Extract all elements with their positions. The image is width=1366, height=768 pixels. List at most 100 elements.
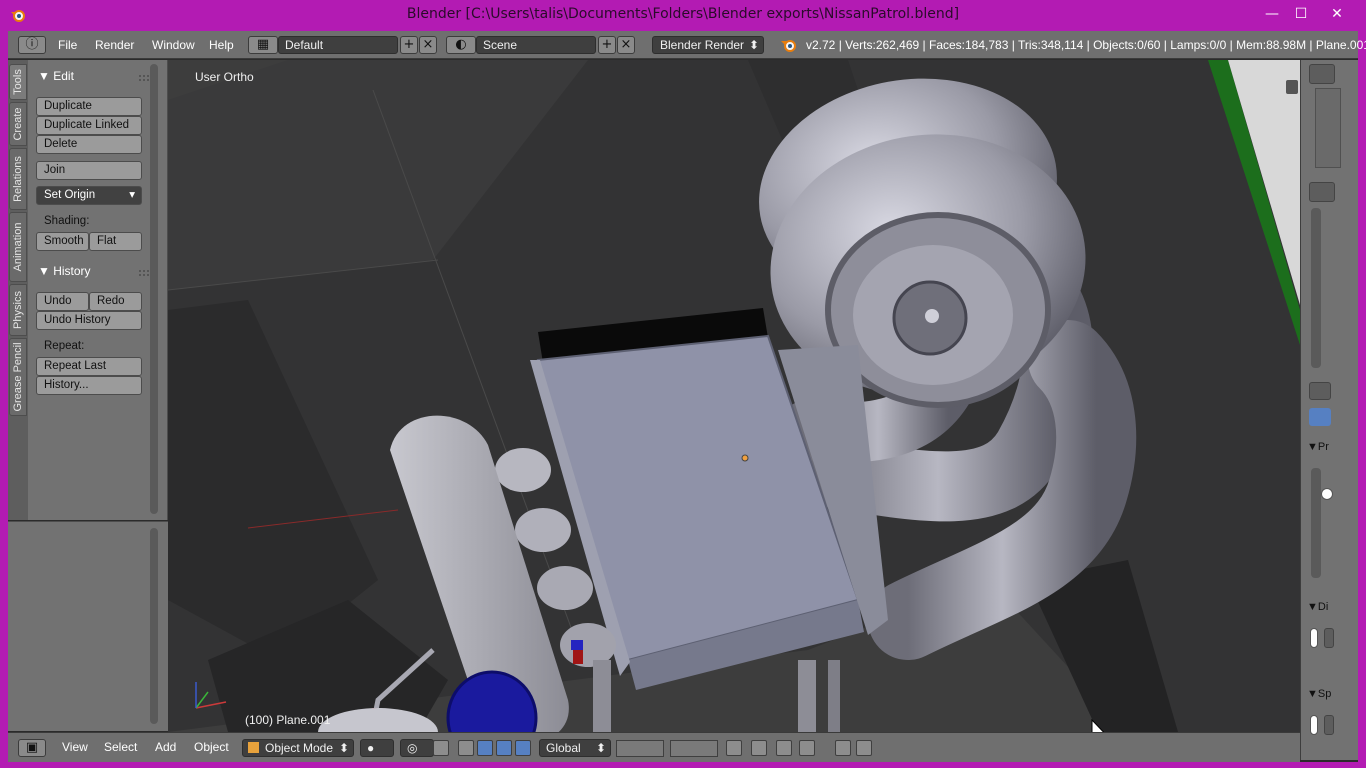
property-toggle[interactable] [1310, 715, 1318, 735]
set-origin-select[interactable]: Set Origin ▾ [36, 186, 142, 205]
orientation-value: Global [546, 741, 581, 755]
menu-file[interactable]: File [58, 38, 77, 52]
undo-button[interactable]: Undo [36, 292, 89, 311]
tab-animation[interactable]: Animation [9, 212, 27, 282]
set-origin-label: Set Origin [44, 189, 96, 201]
lock-layers-icon[interactable] [726, 740, 742, 756]
manipulator-scale-icon[interactable] [496, 740, 512, 756]
snap-element-icon[interactable] [799, 740, 815, 756]
manipulator-extra-icon[interactable] [515, 740, 531, 756]
dropdown-arrows-icon: ⬍ [595, 741, 606, 755]
tab-grease-pencil[interactable]: Grease Pencil [9, 338, 27, 416]
minimize-button[interactable]: — [1258, 4, 1286, 24]
tool-shelf: ▼ Edit Duplicate Duplicate Linked Delete… [28, 60, 168, 520]
render-animation-icon[interactable] [856, 740, 872, 756]
menu-object[interactable]: Object [194, 740, 229, 754]
screen-layout-icon[interactable]: ▦ [248, 36, 278, 54]
scene-field[interactable]: Scene [476, 36, 596, 54]
history-panel-header[interactable]: ▼ History [38, 264, 91, 278]
menu-select[interactable]: Select [104, 740, 137, 754]
undo-history-button[interactable]: Undo History [36, 311, 142, 330]
render-camera-icon[interactable] [835, 740, 851, 756]
redo-button[interactable]: Redo [89, 292, 142, 311]
manipulator-translate-icon[interactable] [458, 740, 474, 756]
manipulator-rotate-icon[interactable] [477, 740, 493, 756]
viewport-shading-select[interactable]: ● [360, 739, 394, 757]
transform-orientation-select[interactable]: Global ⬍ [539, 739, 611, 757]
section-header-di[interactable]: ▼Di [1307, 601, 1328, 613]
layers-grid-1[interactable] [616, 740, 664, 757]
manipulator-toggle-icon[interactable] [433, 740, 449, 756]
property-stepper[interactable] [1324, 715, 1334, 735]
menu-render[interactable]: Render [95, 38, 134, 52]
repeat-last-button[interactable]: Repeat Last [36, 357, 142, 376]
editor-type-info-icon[interactable]: ⓘ [18, 36, 46, 54]
pivot-point-select[interactable]: ◎ [400, 739, 434, 757]
menu-help[interactable]: Help [209, 38, 234, 52]
snap-tool-icon[interactable] [1309, 382, 1331, 400]
menu-window[interactable]: Window [152, 38, 195, 52]
menu-view[interactable]: View [62, 740, 88, 754]
outliner-preview [1315, 88, 1341, 168]
remove-scene-button[interactable]: × [617, 36, 635, 54]
delete-button[interactable]: Delete [36, 135, 142, 154]
join-button[interactable]: Join [36, 161, 142, 180]
dropdown-arrows-icon: ⬍ [338, 741, 349, 755]
viewport-corner-plus-icon[interactable] [1286, 80, 1298, 94]
scene-icon[interactable]: ◐ [446, 36, 476, 54]
duplicate-linked-button[interactable]: Duplicate Linked [36, 116, 142, 135]
origin-marker [741, 454, 749, 462]
menu-add[interactable]: Add [155, 740, 176, 754]
tab-tools[interactable]: Tools [9, 64, 27, 100]
tab-relations[interactable]: Relations [9, 148, 27, 210]
duplicate-button[interactable]: Duplicate [36, 97, 142, 116]
property-stepper[interactable] [1324, 628, 1334, 648]
layers-grid-2[interactable] [670, 740, 718, 757]
editor-type-3dview-icon[interactable]: ▣ [18, 739, 46, 757]
view-name-label: User Ortho [195, 70, 254, 84]
history-button[interactable]: History... [36, 376, 142, 395]
support-post [593, 660, 611, 732]
object-mode-icon [248, 742, 259, 753]
intake-runner [515, 508, 571, 552]
outliner-type-icon[interactable] [1309, 64, 1335, 84]
tab-physics[interactable]: Physics [9, 284, 27, 336]
scene-statistics: v2.72 | Verts:262,469 | Faces:184,783 | … [806, 38, 1366, 52]
viewport-scene [168, 60, 1300, 732]
edit-panel-header[interactable]: ▼ Edit [38, 69, 74, 83]
add-scene-button[interactable]: + [598, 36, 616, 54]
tab-create[interactable]: Create [9, 102, 27, 146]
section-header-pr[interactable]: ▼Pr [1307, 441, 1329, 453]
support-post [828, 660, 840, 732]
properties-slider-track[interactable] [1311, 468, 1321, 578]
properties-scrollbar[interactable] [1311, 208, 1321, 368]
mode-value: Object Mode [265, 741, 334, 755]
close-button[interactable]: ✕ [1323, 4, 1351, 24]
slider-knob[interactable] [1321, 488, 1333, 500]
fitting-blue [571, 640, 583, 650]
tool-shelf-scrollbar[interactable] [150, 64, 158, 514]
maximize-button[interactable]: ☐ [1287, 4, 1315, 24]
remove-layout-button[interactable]: × [419, 36, 437, 54]
compressor-hub [925, 309, 939, 323]
render-engine-value: Blender Render [660, 38, 745, 52]
operator-panel [8, 521, 168, 731]
3d-viewport[interactable]: User Ortho (100) Plane.001 [168, 60, 1300, 732]
intake-runner [537, 566, 593, 610]
render-engine-select[interactable]: Blender Render ⬍ [652, 36, 764, 54]
dropdown-arrows-icon: ⬍ [748, 38, 759, 52]
properties-type-icon[interactable] [1309, 182, 1335, 202]
mode-select[interactable]: Object Mode ⬍ [242, 739, 354, 757]
flat-button[interactable]: Flat [89, 232, 142, 251]
smooth-button[interactable]: Smooth [36, 232, 89, 251]
3d-view-header: ▣ View Select Add Object Object Mode ⬍ ●… [8, 732, 1300, 762]
property-toggle[interactable] [1310, 628, 1318, 648]
proportional-edit-icon[interactable] [751, 740, 767, 756]
screen-layout-field[interactable]: Default [278, 36, 398, 54]
operator-panel-scrollbar[interactable] [150, 528, 158, 724]
active-tab-icon[interactable] [1309, 408, 1331, 426]
section-header-sp[interactable]: ▼Sp [1307, 688, 1331, 700]
snap-toggle-icon[interactable] [776, 740, 792, 756]
object-info-label: (100) Plane.001 [245, 713, 331, 727]
add-layout-button[interactable]: + [400, 36, 418, 54]
